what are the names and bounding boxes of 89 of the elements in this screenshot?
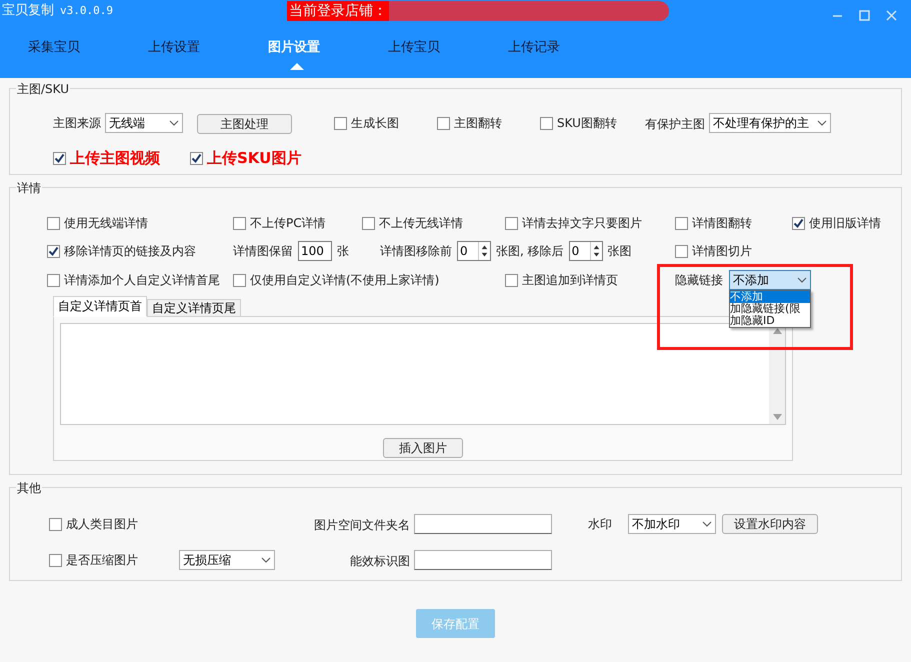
label: 能效标识图: [350, 554, 410, 568]
checkbox-label: 仅使用自定义详情(不使用上家详情): [250, 272, 440, 289]
spinner-arrows-icon: [590, 242, 602, 260]
checkbox-label: 上传SKU图片: [207, 148, 302, 169]
checkbox[interactable]: [437, 116, 450, 130]
checkbox[interactable]: [505, 216, 518, 230]
remove-after-spinner[interactable]: 0: [568, 241, 603, 261]
caret-icon: [169, 120, 179, 126]
scroll-down-icon[interactable]: [772, 414, 782, 420]
checkbox[interactable]: [53, 152, 66, 165]
process-button[interactable]: 主图处理: [197, 114, 292, 134]
efficacy-field[interactable]: [414, 550, 552, 570]
check-icon: [191, 152, 202, 164]
label: 张图: [608, 243, 632, 260]
checkbox[interactable]: [47, 216, 60, 230]
nav-tab[interactable]: 采集宝贝: [28, 38, 148, 70]
checkbox[interactable]: [49, 518, 62, 530]
label: 张: [337, 243, 349, 260]
label: 隐藏链接: [675, 272, 723, 289]
label: 张图, 移除后: [496, 243, 564, 260]
nav-tab[interactable]: 上传宝贝: [388, 38, 508, 70]
checkbox-label: 移除详情页的链接及内容: [64, 243, 196, 260]
watermark-settings-button[interactable]: 设置水印内容: [722, 514, 818, 534]
checkbox[interactable]: [233, 216, 246, 230]
checkbox-label: 详情去掉文字只要图片: [522, 215, 642, 232]
label: 图片空间文件夹名: [314, 518, 410, 532]
maximize-icon[interactable]: [859, 10, 870, 20]
checkbox[interactable]: [792, 216, 805, 230]
insert-image-button[interactable]: 插入图片: [383, 438, 463, 458]
checkbox-label: 详情添加个人自定义详情首尾: [64, 272, 220, 289]
checkbox[interactable]: [540, 116, 553, 130]
editor-tab[interactable]: 自定义详情页首: [53, 296, 147, 317]
checkbox-label: 主图翻转: [454, 115, 502, 132]
caret-icon: [261, 557, 271, 563]
compress-select[interactable]: 无损压缩: [179, 550, 275, 570]
checkbox[interactable]: [675, 244, 688, 258]
check-icon: [793, 218, 804, 228]
caret-icon: [797, 277, 807, 283]
checkbox-label: 使用旧版详情: [809, 215, 881, 232]
nav-tab[interactable]: 上传设置: [148, 38, 268, 70]
close-icon[interactable]: [886, 10, 897, 20]
caret-icon: [702, 521, 712, 527]
source-select[interactable]: 无线端: [105, 113, 183, 133]
label: 主图来源: [53, 115, 101, 132]
dropdown-option[interactable]: 加隐藏ID: [730, 315, 810, 327]
checkbox-label: 上传主图视频: [70, 148, 160, 169]
checkbox-label: 主图追加到详情页: [522, 272, 618, 289]
checkbox-label: 详情图切片: [692, 243, 752, 260]
checkbox[interactable]: [233, 274, 246, 286]
spinner-arrows-icon: [478, 242, 490, 260]
checkbox-label: 是否压缩图片: [66, 552, 138, 569]
nav-tab[interactable]: 上传记录: [508, 38, 628, 70]
check-icon: [48, 246, 59, 256]
tab-pointer-icon: [290, 63, 304, 70]
editor-tab[interactable]: 自定义详情页尾: [147, 299, 241, 317]
label: 水印: [588, 516, 612, 533]
login-label: 当前登录店铺：: [286, 1, 389, 21]
checkbox[interactable]: [334, 116, 347, 130]
dropdown-option[interactable]: 不添加: [730, 291, 810, 303]
checkbox-label: 生成长图: [351, 115, 399, 132]
checkbox[interactable]: [675, 216, 688, 230]
app-title: 宝贝复制: [2, 2, 54, 20]
label: 详情图移除前: [380, 243, 452, 260]
checkbox-label: SKU图翻转: [557, 115, 617, 132]
label: 详情图保留: [233, 243, 293, 260]
folder-name-field[interactable]: [414, 514, 552, 534]
label: 有保护主图: [645, 117, 705, 131]
checkbox[interactable]: [47, 274, 60, 286]
keep-count-field[interactable]: 100: [298, 241, 332, 261]
protect-select[interactable]: 不处理有保护的主: [709, 113, 831, 133]
checkbox-label: 使用无线端详情: [64, 215, 148, 232]
app-version: v3.0.0.9: [60, 2, 113, 19]
checkbox[interactable]: [190, 152, 203, 165]
checkbox-label: 成人类目图片: [66, 516, 138, 533]
caret-icon: [817, 120, 827, 126]
checkbox[interactable]: [49, 554, 62, 566]
checkbox[interactable]: [362, 216, 375, 230]
checkbox[interactable]: [505, 274, 518, 286]
remove-before-spinner[interactable]: 0: [457, 241, 491, 261]
group-title: 其他: [16, 479, 42, 497]
group-title: 详情: [16, 179, 42, 197]
checkbox-label: 不上传PC详情: [250, 215, 326, 232]
checkbox[interactable]: [47, 244, 60, 258]
hidden-link-select[interactable]: 不添加: [729, 270, 811, 290]
watermark-select[interactable]: 不加水印: [628, 514, 716, 534]
checkbox-label: 详情图翻转: [692, 215, 752, 232]
dropdown-option[interactable]: 加隐藏链接(限: [730, 303, 810, 315]
checkbox-label: 不上传无线详情: [379, 215, 463, 232]
check-icon: [54, 152, 65, 164]
